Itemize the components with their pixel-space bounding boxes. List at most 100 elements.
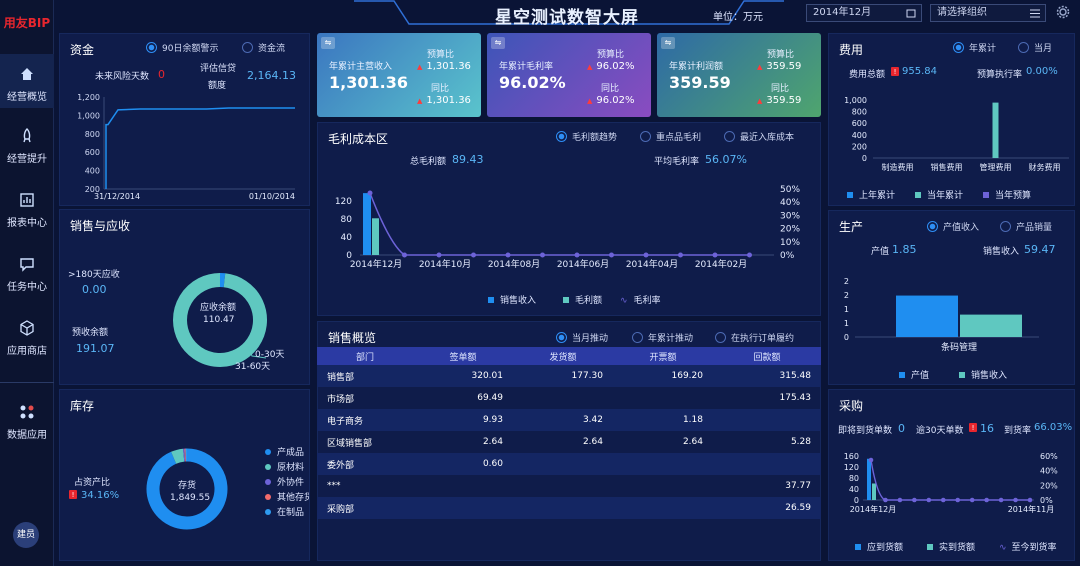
nav-item-overview[interactable]: 经营概览 <box>0 54 54 108</box>
gross-combo-chart: 1208040050%40%30%20%10%0%2014年12月 2014年10… <box>335 185 801 270</box>
production-panel: 生产 产值收入 产品销量 产值 1.85 销售收入 59.47 2 2 1 1 0 条码管… <box>828 210 1075 385</box>
logo: 用友BIP <box>3 16 51 30</box>
legend-item: 上年累计 <box>847 188 895 201</box>
rate-point <box>747 252 752 258</box>
radio-margin-trend[interactable]: 毛利额趋势 <box>556 130 617 143</box>
table-cell: 26.59 <box>713 497 821 519</box>
y2-tick-label: 50% <box>780 185 800 195</box>
radio-product-sales[interactable]: 产品销量 <box>1000 220 1052 233</box>
table-cell: 2.64 <box>582 437 603 447</box>
arrival-rate-label: 到货率 <box>1004 426 1032 436</box>
x-tick-label: 2014年12月 <box>850 504 897 514</box>
y-tick-label: 1 <box>844 305 849 314</box>
y-tick-label: 0 <box>844 333 849 342</box>
date-picker[interactable]: 2014年12月 <box>806 4 922 22</box>
radio-month[interactable]: 当月 <box>1018 41 1052 54</box>
kpi-budget-value: 359.59 <box>757 61 801 72</box>
nav-item-reports[interactable]: 报表中心 <box>0 192 54 229</box>
kpi-card-revenue[interactable]: ⇋ 年累计主营收入 1,301.36 预算比 1,301.36 同比 1,301… <box>317 33 481 117</box>
rate-line <box>369 192 750 256</box>
kpi-yoy-value: 359.59 <box>757 95 801 106</box>
legend-label: 应到货额 <box>867 543 904 553</box>
kpi-card-profit[interactable]: ⇋ 年累计利润额 359.59 预算比 359.59 同比 359.59 <box>657 33 821 117</box>
radio-year-total[interactable]: 年累计 <box>953 41 996 54</box>
y-tick-label: 160 <box>844 452 859 461</box>
swap-icon[interactable]: ⇋ <box>661 37 675 49</box>
column-header[interactable]: 开票额 <box>613 347 713 365</box>
swap-icon[interactable]: ⇋ <box>491 37 505 49</box>
gear-icon[interactable] <box>1056 5 1070 19</box>
y-tick-label: 800 <box>85 130 100 139</box>
kpi-yoy-label: 同比 <box>771 84 790 94</box>
x-tick-label: 2014年06月 <box>557 258 609 270</box>
radio-cash-flow[interactable]: 资金流 <box>242 41 285 54</box>
table-row[interactable]: 区域销售部 2.64 2.64 2.64 5.28 <box>317 431 821 453</box>
table-cell: 320.01 <box>413 365 513 387</box>
credit-label: 评估信贷 <box>200 64 237 74</box>
radio-year-push[interactable]: 年累计推动 <box>632 331 693 344</box>
legend-label: 毛利额 <box>575 296 603 306</box>
legend-swatch <box>927 544 933 550</box>
kpi-label: 年累计利润额 <box>669 62 724 72</box>
panel-title: 销售概览 <box>328 331 377 345</box>
x-tick-label: 2014年10月 <box>419 258 471 270</box>
table-row[interactable]: 采购部 26.59 <box>317 497 821 519</box>
unit-label: 单位：万元 <box>713 12 763 23</box>
swap-icon[interactable]: ⇋ <box>321 37 335 49</box>
legend-swatch <box>847 192 853 198</box>
y-tick-label: 120 <box>335 197 352 207</box>
kpi-card-margin[interactable]: ⇋ 年累计毛利率 96.02% 预算比 96.02% 同比 96.02% <box>487 33 651 117</box>
table-row[interactable]: 委外部 0.60 <box>317 453 821 475</box>
kpi-budget-label: 预算比 <box>427 50 455 60</box>
radio-label: 最近入库成本 <box>740 133 795 143</box>
x-tick-label: 销售费用 <box>931 162 963 172</box>
table-cell: 9.93 <box>413 409 513 431</box>
y-tick-label: 80 <box>849 474 859 483</box>
table-row[interactable]: 电子商务 9.93 3.42 1.18 <box>317 409 821 431</box>
legend-swatch <box>983 192 989 198</box>
total-margin-value: 89.43 <box>452 153 484 166</box>
rate-point <box>540 252 545 258</box>
radio-label: 当月 <box>1034 44 1053 54</box>
org-select[interactable]: 请选择组织 <box>930 4 1046 22</box>
column-header[interactable]: 签单额 <box>413 347 513 365</box>
table-row[interactable]: *** 37.77 <box>317 475 821 497</box>
column-header[interactable]: 部门 <box>317 347 413 365</box>
page-title: 星空测试数智大屏 <box>495 8 639 28</box>
nav-item-tasks[interactable]: 任务中心 <box>0 256 54 293</box>
rate-point <box>984 497 989 503</box>
radio-balance-warning[interactable]: 90日余额警示 <box>146 41 218 54</box>
column-header[interactable]: 发货额 <box>513 347 613 365</box>
table-row[interactable]: 销售部 320.01 177.30 169.20 315.48 <box>317 365 821 387</box>
home-icon <box>21 68 33 80</box>
svg-text:!: ! <box>72 491 75 499</box>
avatar[interactable]: 建员 <box>13 522 39 548</box>
sales-panel: 销售与应收 >180天应收 0.00 预收余额 191.07 应收余额 110.… <box>59 209 310 385</box>
radio-label: 资金流 <box>258 44 286 54</box>
nav-item-improve[interactable]: 经营提升 <box>0 128 54 165</box>
radio-recent-cost[interactable]: 最近入库成本 <box>724 130 794 143</box>
sidebar: 用友BIP 经营概览 经营提升 报表中心 任务中心 应用商店 数据应用 建员 <box>0 0 54 566</box>
calendar-icon <box>906 9 916 18</box>
kpi-value: 1,301.36 <box>329 73 408 92</box>
legend-item: 产值 <box>899 368 929 381</box>
nav-item-data-apps[interactable]: 数据应用 <box>0 404 54 441</box>
x-tick-label: 2014年08月 <box>488 258 540 270</box>
rate-point <box>955 497 961 503</box>
radio-month-push[interactable]: 当月推动 <box>556 331 608 344</box>
radio-order-fulfill[interactable]: 在执行订单履约 <box>715 331 794 344</box>
nav-item-store[interactable]: 应用商店 <box>0 320 54 357</box>
kpi-yoy-value: 1,301.36 <box>417 95 471 106</box>
table-row[interactable]: 市场部 69.49 175.43 <box>317 387 821 409</box>
legend-item: 当年预算 <box>983 188 1031 201</box>
bar-margin <box>372 218 379 255</box>
bar <box>992 102 999 158</box>
column-header[interactable]: 回款额 <box>713 347 821 365</box>
table-cell <box>613 387 713 409</box>
radio-output-income[interactable]: 产值收入 <box>927 220 979 233</box>
seg-label-31-60: 31-60天 <box>235 362 271 372</box>
date-value: 2014年12月 <box>813 7 872 18</box>
legend-item: 实到货额 <box>927 540 975 553</box>
radio-key-product-margin[interactable]: 重点品毛利 <box>640 130 701 143</box>
rate-point <box>969 497 975 503</box>
